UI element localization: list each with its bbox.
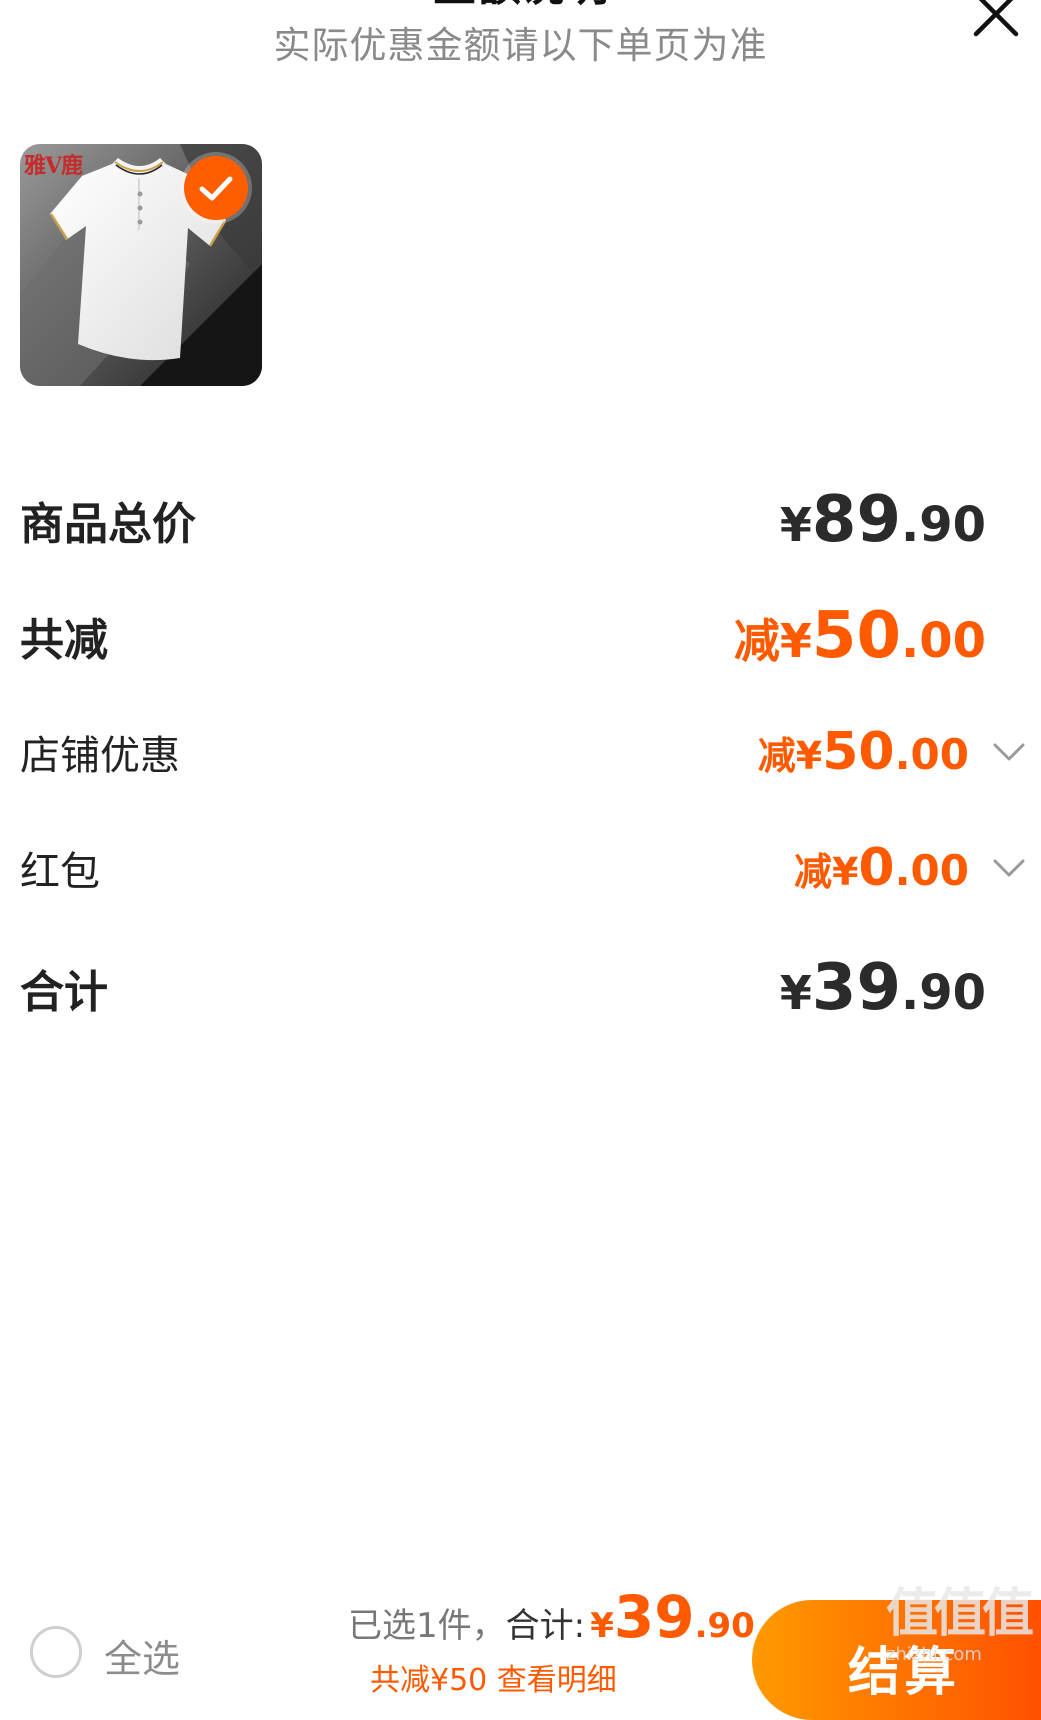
subtotal-currency: ¥ bbox=[779, 498, 812, 552]
red-packet-prefix: 减¥ bbox=[793, 850, 859, 894]
cart-summary: 已选1件，合计: ¥39.90 bbox=[348, 1588, 755, 1646]
total-integer: 39 bbox=[811, 951, 901, 1025]
page-subtitle: 实际优惠金额请以下单页为准 bbox=[273, 24, 768, 67]
total-row: 合计 ¥39.90 bbox=[0, 948, 1041, 1028]
chevron-down-icon[interactable] bbox=[991, 740, 1027, 764]
product-thumbnail[interactable]: 雅V鹿 bbox=[20, 144, 262, 386]
total-label: 合计 bbox=[20, 967, 108, 1018]
red-packet-value: 减¥0.00 bbox=[794, 842, 969, 894]
total-value: ¥39.90 bbox=[780, 956, 986, 1020]
chevron-down-icon[interactable] bbox=[991, 856, 1027, 880]
total-discount-integer: 50 bbox=[811, 599, 901, 673]
total-discount-decimal: .00 bbox=[900, 613, 986, 669]
selected-count-text: 已选1件， bbox=[348, 1606, 506, 1646]
store-discount-row[interactable]: 店铺优惠 减¥50.00 bbox=[0, 712, 1041, 792]
subtotal-label: 商品总价 bbox=[20, 499, 196, 550]
close-button[interactable] bbox=[968, 0, 1024, 42]
subtotal-decimal: .90 bbox=[900, 497, 986, 553]
store-discount-decimal: .00 bbox=[894, 730, 969, 779]
total-currency: ¥ bbox=[779, 966, 812, 1020]
summary-price-integer: 39 bbox=[613, 1583, 695, 1651]
total-discount-value: 减¥50.00 bbox=[734, 604, 986, 668]
red-packet-decimal: .00 bbox=[894, 846, 969, 895]
total-discount-label: 共减 bbox=[20, 615, 108, 666]
store-discount-integer: 50 bbox=[822, 722, 895, 782]
watermark-mark: 值值值 bbox=[886, 1584, 1034, 1644]
red-packet-row[interactable]: 红包 减¥0.00 bbox=[0, 828, 1041, 908]
total-discount-prefix: 减¥ bbox=[733, 614, 812, 668]
store-discount-prefix: 减¥ bbox=[757, 734, 823, 778]
store-discount-label: 店铺优惠 bbox=[20, 733, 180, 779]
discount-detail-link[interactable]: 共减¥50 查看明细 bbox=[370, 1655, 617, 1699]
red-packet-integer: 0 bbox=[858, 838, 895, 898]
total-decimal: .90 bbox=[900, 965, 986, 1021]
subtotal-value: ¥89.90 bbox=[780, 488, 986, 552]
select-all-radio[interactable] bbox=[30, 1626, 82, 1678]
total-discount-row: 共减 减¥50.00 bbox=[0, 596, 1041, 676]
summary-price-decimal: .90 bbox=[694, 1606, 755, 1646]
page-title: 金额说明 bbox=[0, 0, 1041, 10]
close-icon bbox=[973, 0, 1019, 37]
red-packet-label: 红包 bbox=[20, 849, 100, 895]
subtotal-row: 商品总价 ¥89.90 bbox=[0, 480, 1041, 560]
watermark-url: zhizhi.com bbox=[886, 1644, 982, 1665]
summary-currency: ¥ bbox=[590, 1606, 614, 1646]
brand-logo: 雅V鹿 bbox=[24, 153, 83, 179]
store-discount-value: 减¥50.00 bbox=[758, 726, 969, 778]
check-icon bbox=[199, 176, 233, 201]
subtotal-integer: 89 bbox=[811, 483, 901, 557]
selected-check-badge[interactable] bbox=[184, 156, 248, 220]
summary-total-label: 合计: bbox=[505, 1606, 586, 1646]
select-all-label: 全选 bbox=[104, 1637, 181, 1681]
watermark: 值值值 zhizhi.com bbox=[886, 1586, 1036, 1665]
summary-total-price: ¥39.90 bbox=[590, 1588, 755, 1646]
